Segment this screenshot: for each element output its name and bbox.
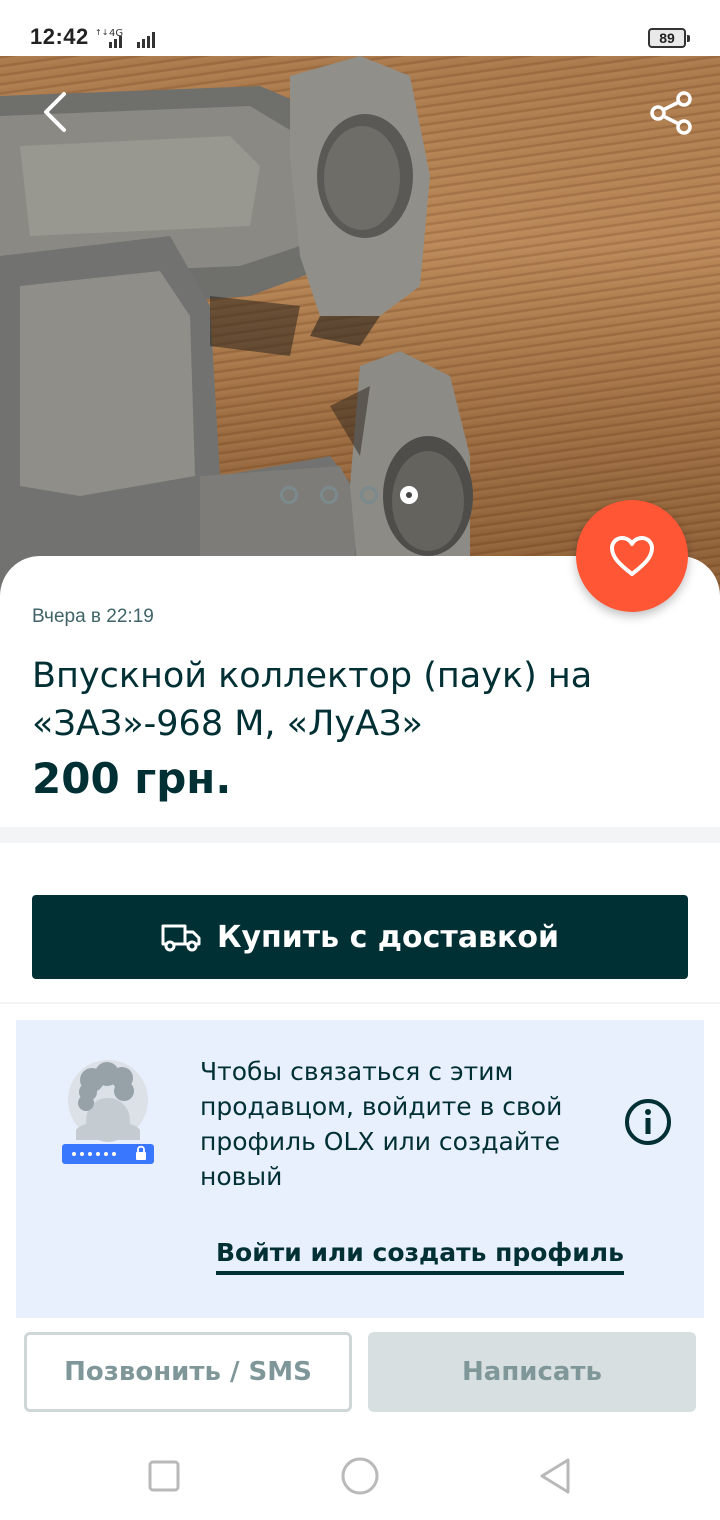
gallery-pagination xyxy=(280,486,418,504)
signal-icon: ↑↓ 4G xyxy=(95,28,155,48)
posted-date: Вчера в 22:19 xyxy=(32,606,154,627)
buy-button-label: Купить с доставкой xyxy=(216,919,560,955)
heart-icon xyxy=(610,536,654,576)
login-message: Чтобы связаться с этим продавцом, войдит… xyxy=(200,1057,563,1191)
home-icon[interactable] xyxy=(338,1454,382,1498)
truck-icon xyxy=(161,924,201,952)
write-message-button[interactable]: Написать xyxy=(368,1332,696,1412)
favorite-button[interactable] xyxy=(576,500,688,612)
avatar-locked-icon xyxy=(62,1060,154,1164)
back-icon[interactable] xyxy=(36,88,80,136)
status-bar: 12:42 ↑↓ 4G 89 xyxy=(0,0,720,56)
call-button-label: Позвонить / SMS xyxy=(64,1357,312,1387)
share-icon[interactable] xyxy=(648,90,694,136)
info-icon[interactable] xyxy=(624,1098,672,1146)
recent-apps-icon[interactable] xyxy=(142,1454,186,1498)
listing-title: Впускной коллектор (паук) на «ЗАЗ»-968 М… xyxy=(32,656,593,744)
back-nav-icon[interactable] xyxy=(534,1454,578,1498)
write-button-label: Написать xyxy=(462,1357,602,1387)
call-sms-button[interactable]: Позвонить / SMS xyxy=(24,1332,352,1412)
gallery-dot[interactable] xyxy=(280,486,298,504)
system-nav-bar xyxy=(0,1432,720,1520)
buy-with-delivery-button[interactable]: Купить с доставкой xyxy=(32,895,688,979)
login-link[interactable]: Войти или создать профиль xyxy=(216,1238,624,1275)
battery-level: 89 xyxy=(659,30,675,46)
divider xyxy=(0,827,720,843)
status-time: 12:42 xyxy=(30,24,89,49)
divider xyxy=(0,1002,720,1004)
login-prompt: Чтобы связаться с этим продавцом, войдит… xyxy=(16,1020,704,1318)
gallery-dot-active[interactable] xyxy=(400,486,418,504)
gallery-dot[interactable] xyxy=(360,486,378,504)
listing-price: 200 грн. xyxy=(32,754,232,803)
gallery-dot[interactable] xyxy=(320,486,338,504)
svg-text:↑↓: ↑↓ xyxy=(95,28,108,37)
battery-icon: 89 xyxy=(648,28,690,48)
